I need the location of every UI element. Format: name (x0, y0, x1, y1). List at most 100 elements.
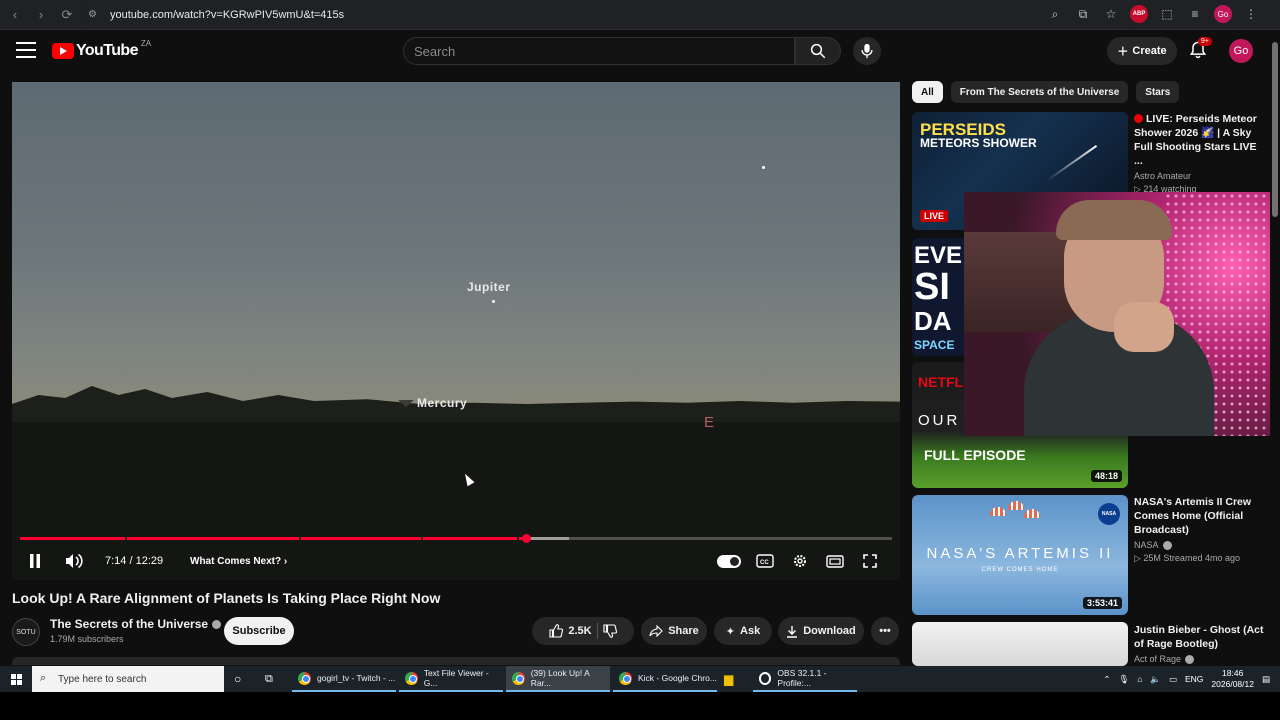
taskbar-app-label: (39) Look Up! A Rar... (530, 668, 590, 688)
start-button[interactable] (0, 666, 32, 692)
cortana-icon[interactable]: ○ (234, 666, 241, 692)
search-input[interactable]: Search (403, 37, 795, 65)
reload-icon[interactable]: ⟳ (56, 4, 78, 26)
chip-all[interactable]: All (912, 81, 943, 103)
guide-menu-icon[interactable] (16, 42, 36, 58)
youtube-play-icon (52, 43, 74, 59)
nasa-logo-badge: NASA (1098, 503, 1120, 525)
rec-channel-row: Act of Rage (1134, 654, 1264, 665)
site-info-icon[interactable]: ⚙ (88, 9, 100, 21)
description-box[interactable] (12, 657, 900, 665)
masthead: YouTube ZA Search ＋ Create 9+ Go (0, 30, 1270, 72)
system-tray: ⌃ 🎙 ⌂ 🔈 ▭ ENG 18:46 2026/08/12 ▤ (1103, 666, 1280, 692)
rec-info-perseids[interactable]: LIVE: Perseids Meteor Shower 2026 🌠 | A … (1134, 112, 1264, 195)
network-icon[interactable]: ⌂ (1137, 674, 1142, 684)
power-icon[interactable]: ▭ (1169, 674, 1177, 685)
browser-profile-avatar[interactable]: Go (1214, 5, 1232, 23)
svg-text:CC: CC (760, 560, 769, 566)
notifications-button[interactable]: 9+ (1188, 37, 1212, 62)
fullscreen-button[interactable] (859, 550, 881, 572)
voice-search-button[interactable] (853, 37, 881, 65)
search-icon: ⌕ (40, 672, 47, 684)
player-controls: 7:14 / 12:29 What Comes Next? › CC (12, 546, 900, 576)
filter-chips: All From The Secrets of the Universe Sta… (912, 81, 1180, 103)
chapter-divider (517, 537, 520, 540)
browser-menu-icon[interactable]: ⋮ (1242, 5, 1260, 23)
adblock-extension-icon[interactable]: ABP (1130, 5, 1148, 23)
zoom-icon[interactable]: ⌕ (1046, 5, 1064, 23)
task-view-icon[interactable]: ⧉ (265, 666, 273, 692)
progress-bar[interactable] (20, 534, 892, 543)
clock[interactable]: 18:46 2026/08/12 (1211, 668, 1254, 690)
taskbar-app-chrome-textviewer[interactable]: Text File Viewer - G... (399, 666, 503, 692)
chip-stars[interactable]: Stars (1136, 81, 1180, 103)
chrome-icon (298, 671, 311, 685)
chapter-divider (299, 537, 302, 540)
taskbar-app-chrome-youtube[interactable]: (39) Look Up! A Rar... (506, 666, 610, 692)
subscribe-button[interactable]: Subscribe (224, 617, 294, 645)
thumb-subtitle: METEORS SHOWER (920, 136, 1037, 150)
rec-thumbnail-bieber[interactable] (912, 622, 1128, 666)
create-button[interactable]: ＋ Create (1107, 37, 1177, 65)
rec-channel: Astro Amateur (1134, 171, 1192, 181)
taskbar-app-obs[interactable]: OBS 32.1.1 - Profile:... (753, 666, 857, 692)
share-button[interactable]: Share (641, 617, 707, 645)
account-avatar[interactable]: Go (1229, 39, 1253, 63)
download-button[interactable]: Download (778, 617, 864, 645)
download-label: Download (803, 625, 856, 637)
volume-button[interactable] (62, 550, 86, 572)
bookmark-star-icon[interactable]: ☆ (1102, 5, 1120, 23)
rec-info-artemis[interactable]: NASA's Artemis II Crew Comes Home (Offic… (1134, 495, 1264, 564)
microphone-tray-icon[interactable]: 🎙 (1118, 674, 1129, 685)
scrollbar-thumb[interactable] (1272, 42, 1278, 217)
chapter-button[interactable]: What Comes Next? › (180, 550, 297, 572)
extensions-icon[interactable]: ⬚ (1158, 5, 1176, 23)
taskbar-search-placeholder: Type here to search (58, 673, 147, 685)
file-explorer-icon[interactable]: ▆ (724, 666, 733, 692)
language-indicator[interactable]: ENG (1185, 674, 1203, 684)
rec-channel-row: NASA (1134, 540, 1264, 551)
autoplay-toggle[interactable] (717, 555, 741, 568)
forward-icon[interactable]: › (30, 4, 52, 26)
time-display: 7:14 / 12:29 (105, 555, 164, 567)
pause-button[interactable] (24, 550, 46, 572)
more-dots-icon: ••• (879, 625, 891, 637)
rec-channel: Act of Rage (1134, 654, 1182, 664)
theater-mode-button[interactable] (824, 550, 846, 572)
channel-name-link[interactable]: The Secrets of the Universe (50, 617, 222, 631)
channel-avatar[interactable]: SOTU (12, 618, 40, 646)
download-icon (787, 625, 798, 638)
notification-center-icon[interactable]: ▤ (1262, 674, 1270, 685)
chip-from-channel[interactable]: From The Secrets of the Universe (950, 81, 1129, 103)
back-icon[interactable]: ‹ (4, 4, 26, 26)
ask-button[interactable]: ✦ Ask (714, 617, 772, 645)
taskbar-app-chrome-twitch[interactable]: gogirl_tv - Twitch - ... (292, 666, 396, 692)
page-scrollbar[interactable] (1270, 30, 1280, 665)
rec-thumbnail-artemis[interactable]: NASA NASA'S ARTEMIS II CREW COMES HOME 3… (912, 495, 1128, 615)
dislike-button[interactable] (603, 624, 617, 638)
progress-scrubber[interactable] (521, 534, 531, 543)
thumbs-up-icon (549, 624, 564, 638)
youtube-logo[interactable]: YouTube ZA (52, 39, 151, 60)
like-dislike-group: 2.5K (532, 617, 634, 645)
chapter-divider (421, 537, 424, 540)
search-button[interactable] (795, 37, 841, 65)
more-actions-button[interactable]: ••• (871, 617, 899, 645)
rec-info-bieber[interactable]: Justin Bieber - Ghost (Act of Rage Bootl… (1134, 623, 1264, 665)
install-icon[interactable]: ⧉ (1074, 5, 1092, 23)
logo-text: YouTube (76, 42, 138, 59)
address-bar[interactable]: ⚙ youtube.com/watch?v=KGRwPIV5wmU&t=415s (80, 4, 1140, 26)
thumbs-down-icon (603, 624, 617, 638)
clock-date: 2026/08/12 (1211, 679, 1254, 689)
taskbar-app-chrome-kick[interactable]: Kick - Google Chro... (613, 666, 717, 692)
obs-icon (759, 671, 772, 685)
tab-search-icon[interactable]: ≡ (1186, 5, 1204, 23)
settings-button[interactable] (789, 550, 811, 572)
tray-overflow-icon[interactable]: ⌃ (1103, 674, 1110, 685)
captions-button[interactable]: CC (754, 550, 776, 572)
video-player[interactable]: Jupiter Mercury E 7:14 / 12:29 What Come… (12, 82, 900, 580)
speaker-icon[interactable]: 🔈 (1150, 674, 1161, 685)
taskbar-search-input[interactable]: ⌕ Type here to search (32, 666, 224, 692)
like-button[interactable]: 2.5K (549, 624, 592, 638)
chrome-icon (512, 671, 525, 685)
